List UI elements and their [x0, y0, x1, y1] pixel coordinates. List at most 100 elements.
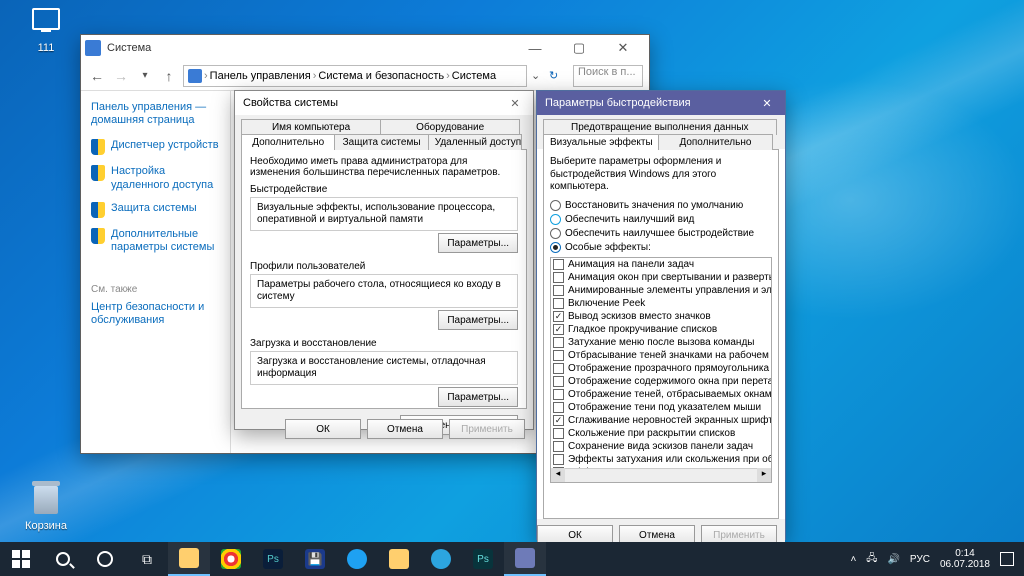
intro-text: Необходимо иметь права администратора дл…	[250, 156, 518, 178]
taskbar-app-skype[interactable]	[336, 542, 378, 576]
nav-up-button[interactable]: ↑	[159, 66, 179, 86]
cp-home-link[interactable]: Панель управления — домашняя страница	[91, 101, 226, 127]
radio-option-1[interactable]: Обеспечить наилучший вид	[550, 214, 772, 225]
effect-checkbox-3[interactable]: Включение Peek	[551, 297, 771, 310]
intro-text: Выберите параметры оформления и быстроде…	[550, 156, 772, 194]
minimize-button[interactable]: —	[513, 35, 557, 61]
search-icon	[56, 552, 70, 566]
dialog-titlebar[interactable]: Свойства системы ✕	[235, 91, 533, 115]
cancel-button[interactable]: Отмена	[367, 419, 443, 439]
scroll-left-button[interactable]: ◂	[551, 468, 565, 482]
action-center-button[interactable]	[1000, 552, 1014, 566]
checkbox-icon	[553, 324, 564, 335]
radio-label: Обеспечить наилучшее быстродействие	[565, 228, 754, 239]
breadcrumb-item[interactable]: Система и безопасность	[318, 70, 444, 82]
desktop-icon-recyclebin[interactable]: Корзина	[16, 486, 76, 532]
effect-checkbox-15[interactable]: Эффекты затухания или скольжения при обр…	[551, 453, 771, 466]
effect-checkbox-1[interactable]: Анимация окон при свертывании и разверты…	[551, 271, 771, 284]
taskbar-app-photoshop[interactable]: Ps	[252, 542, 294, 576]
taskbar-app-folder[interactable]	[378, 542, 420, 576]
sidebar-item-device-manager[interactable]: Диспетчер устройств	[91, 139, 226, 155]
maximize-button[interactable]: ▢	[557, 35, 601, 61]
see-also-link[interactable]: Центр безопасности и обслуживания	[91, 301, 226, 327]
checkbox-label: Скольжение при раскрытии списков	[568, 428, 735, 439]
dialog-titlebar[interactable]: Параметры быстродействия ✕	[537, 91, 785, 115]
search-input[interactable]: Поиск в п...	[573, 65, 643, 87]
effect-checkbox-6[interactable]: Затухание меню после вызова команды	[551, 336, 771, 349]
taskbar-search-button[interactable]	[42, 542, 84, 576]
tab-computer-name[interactable]: Имя компьютера	[241, 119, 381, 135]
tray-volume-icon[interactable]: 🔊	[887, 554, 899, 565]
cortana-button[interactable]	[84, 542, 126, 576]
radio-option-3[interactable]: Особые эффекты:	[550, 242, 772, 253]
taskbar-app-telegram[interactable]	[420, 542, 462, 576]
tray-clock[interactable]: 0:14 06.07.2018	[940, 548, 990, 570]
effect-checkbox-11[interactable]: Отображение тени под указателем мыши	[551, 401, 771, 414]
task-view-button[interactable]: ⧉	[126, 542, 168, 576]
effects-list[interactable]: Анимация на панели задачАнимация окон пр…	[550, 257, 772, 483]
sidebar-item-protection[interactable]: Защита системы	[91, 202, 226, 218]
breadcrumb-dropdown[interactable]: ⌄	[531, 69, 545, 82]
boot-params-button[interactable]: Параметры...	[438, 387, 518, 407]
tray-network-icon[interactable]: 🖧	[866, 551, 877, 568]
nav-forward-button[interactable]: →	[111, 66, 131, 86]
tray-expand-button[interactable]: ˄	[850, 554, 856, 565]
titlebar[interactable]: Система — ▢ ✕	[81, 35, 649, 61]
effect-checkbox-5[interactable]: Гладкое прокручивание списков	[551, 323, 771, 336]
taskbar-app-explorer[interactable]	[168, 542, 210, 576]
effect-checkbox-7[interactable]: Отбрасывание теней значками на рабочем с…	[551, 349, 771, 362]
checkbox-label: Анимированные элементы управления и элем…	[568, 285, 772, 296]
effect-checkbox-14[interactable]: Сохранение вида эскизов панели задач	[551, 440, 771, 453]
close-button[interactable]: ✕	[505, 97, 525, 110]
effect-checkbox-4[interactable]: Вывод эскизов вместо значков	[551, 310, 771, 323]
effect-checkbox-2[interactable]: Анимированные элементы управления и элем…	[551, 284, 771, 297]
breadcrumb-item[interactable]: Панель управления	[210, 70, 311, 82]
ok-button[interactable]: ОК	[285, 419, 361, 439]
radio-option-2[interactable]: Обеспечить наилучшее быстродействие	[550, 228, 772, 239]
effect-checkbox-12[interactable]: Сглаживание неровностей экранных шрифтов	[551, 414, 771, 427]
radio-option-0[interactable]: Восстановить значения по умолчанию	[550, 200, 772, 211]
apply-button[interactable]: Применить	[449, 419, 525, 439]
effect-checkbox-13[interactable]: Скольжение при раскрытии списков	[551, 427, 771, 440]
horizontal-scrollbar[interactable]: ◂ ▸	[551, 468, 771, 482]
checkbox-icon	[553, 350, 564, 361]
close-button[interactable]: ✕	[757, 97, 777, 110]
profiles-params-button[interactable]: Параметры...	[438, 310, 518, 330]
tab-remote[interactable]: Удаленный доступ	[428, 134, 522, 150]
checkbox-label: Вывод эскизов вместо значков	[568, 311, 711, 322]
effect-checkbox-0[interactable]: Анимация на панели задач	[551, 258, 771, 271]
section-boot-heading: Загрузка и восстановление	[250, 338, 518, 349]
checkbox-icon	[553, 272, 564, 283]
effect-checkbox-8[interactable]: Отображение прозрачного прямоугольника в…	[551, 362, 771, 375]
breadcrumb-item[interactable]: Система	[452, 70, 496, 82]
scroll-right-button[interactable]: ▸	[757, 468, 771, 482]
tab-advanced[interactable]: Дополнительно	[241, 134, 335, 150]
taskbar-app-chrome[interactable]	[210, 542, 252, 576]
tab-dep[interactable]: Предотвращение выполнения данных	[543, 119, 777, 135]
effect-checkbox-9[interactable]: Отображение содержимого окна при перетас…	[551, 375, 771, 388]
sidebar-item-advanced[interactable]: Дополнительные параметры системы	[91, 228, 226, 254]
desktop-icon-computer[interactable]: 111	[16, 8, 76, 54]
breadcrumb[interactable]: › Панель управления › Система и безопасн…	[183, 65, 527, 87]
window-title: Система	[107, 42, 151, 54]
nav-recent-button[interactable]: ▾	[135, 66, 155, 86]
taskbar-app-totalcmd[interactable]: 💾	[294, 542, 336, 576]
tab-protection[interactable]: Защита системы	[334, 134, 428, 150]
sidebar-item-remote[interactable]: Настройка удаленного доступа	[91, 165, 226, 191]
refresh-button[interactable]: ↻	[549, 69, 569, 82]
tab-hardware[interactable]: Оборудование	[380, 119, 520, 135]
taskbar-app-ps2[interactable]: Ps	[462, 542, 504, 576]
desktop-icon-label: 111	[16, 42, 76, 54]
checkbox-label: Отбрасывание теней значками на рабочем с…	[568, 350, 772, 361]
nav-back-button[interactable]: ←	[87, 66, 107, 86]
effect-checkbox-10[interactable]: Отображение теней, отбрасываемых окнами	[551, 388, 771, 401]
system-tray: ˄ 🖧 🔊 РУС 0:14 06.07.2018	[850, 548, 1024, 570]
close-button[interactable]: ✕	[601, 35, 645, 61]
tab-visual-effects[interactable]: Визуальные эффекты	[543, 134, 659, 150]
performance-params-button[interactable]: Параметры...	[438, 233, 518, 253]
dialog-performance-options: Параметры быстродействия ✕ Предотвращени…	[536, 90, 786, 540]
taskbar-app-settings[interactable]	[504, 542, 546, 576]
tray-language[interactable]: РУС	[910, 554, 930, 565]
start-button[interactable]	[0, 542, 42, 576]
tab-advanced[interactable]: Дополнительно	[658, 134, 774, 150]
